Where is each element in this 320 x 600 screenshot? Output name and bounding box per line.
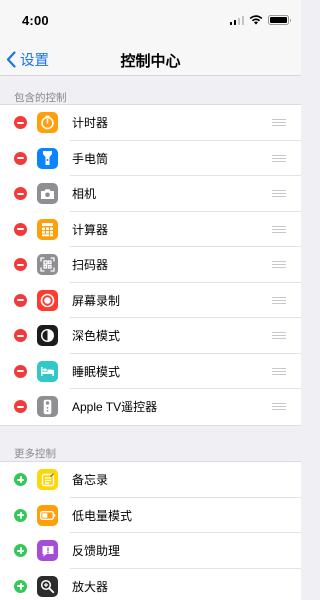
calculator-icon (37, 218, 58, 240)
remove-button[interactable] (14, 329, 27, 343)
control-row-notes: 备忘录 (0, 462, 301, 498)
battery-icon (268, 15, 291, 25)
reorder-handle[interactable] (272, 261, 286, 269)
reorder-handle[interactable] (272, 119, 286, 127)
screen-recording-icon (37, 289, 58, 311)
control-row-magnifier: 放大器 (0, 569, 301, 600)
cellular-signal-icon (229, 15, 244, 25)
remove-button[interactable] (14, 258, 27, 272)
remove-button[interactable] (14, 293, 27, 307)
remove-button[interactable] (14, 116, 27, 130)
section-header-more: 更多控制 (14, 448, 56, 460)
control-label: 睡眠模式 (72, 364, 121, 379)
control-label: 计算器 (72, 222, 109, 237)
control-label: 屏幕录制 (72, 293, 121, 308)
remove-button[interactable] (14, 151, 27, 165)
reorder-handle[interactable] (272, 190, 286, 198)
reorder-handle[interactable] (272, 296, 286, 304)
control-label: 深色模式 (72, 329, 121, 344)
dark-mode-icon (37, 325, 58, 347)
reorder-handle[interactable] (272, 154, 286, 162)
control-row-screen-recording: 屏幕录制 (0, 283, 301, 319)
included-controls-list: 计时器 手电筒 相机 计算器 扫码器 屏幕录制 深色模式 睡眠模式 Apple … (0, 104, 301, 426)
navigation-bar: 设置 控制中心 (0, 44, 301, 76)
control-row-sleep-mode: 睡眠模式 (0, 354, 301, 390)
sleep-mode-icon (37, 360, 58, 382)
status-icons (229, 15, 291, 25)
remove-button[interactable] (14, 400, 27, 414)
control-row-feedback-assistant: 反馈助理 (0, 533, 301, 569)
control-row-qr-scanner: 扫码器 (0, 247, 301, 283)
control-label: Apple TV遥控器 (72, 400, 158, 415)
flashlight-icon (37, 147, 58, 169)
control-row-dark-mode: 深色模式 (0, 318, 301, 354)
add-button[interactable] (14, 473, 27, 487)
wifi-icon (249, 15, 263, 25)
reorder-handle[interactable] (272, 332, 286, 340)
remove-button[interactable] (14, 222, 27, 236)
reorder-handle[interactable] (272, 367, 286, 375)
control-row-low-power-mode: 低电量模式 (0, 498, 301, 534)
control-label: 放大器 (72, 579, 109, 594)
add-button[interactable] (14, 544, 27, 558)
apple-tv-remote-icon (37, 396, 58, 418)
control-label: 备忘录 (72, 473, 109, 488)
control-row-apple-tv-remote: Apple TV遥控器 (0, 389, 301, 425)
status-bar: 4:00 (0, 0, 301, 44)
control-label: 扫码器 (72, 258, 109, 273)
notes-icon (37, 469, 58, 491)
add-button[interactable] (14, 508, 27, 522)
page-title: 控制中心 (120, 53, 181, 70)
magnifier-icon (37, 575, 58, 597)
remove-button[interactable] (14, 364, 27, 378)
qr-scanner-icon (37, 254, 58, 276)
feedback-assistant-icon (37, 540, 58, 562)
low-power-mode-icon (37, 504, 58, 526)
timer-icon (37, 112, 58, 134)
status-time: 4:00 (22, 13, 49, 28)
control-row-calculator: 计算器 (0, 212, 301, 248)
control-label: 相机 (72, 187, 97, 202)
control-row-timer: 计时器 (0, 105, 301, 141)
control-row-camera: 相机 (0, 176, 301, 212)
control-row-flashlight: 手电筒 (0, 141, 301, 177)
add-button[interactable] (14, 579, 27, 593)
control-label: 计时器 (72, 116, 109, 131)
control-label: 低电量模式 (72, 508, 133, 523)
reorder-handle[interactable] (272, 403, 286, 411)
control-label: 反馈助理 (72, 544, 121, 559)
section-header-included: 包含的控制 (14, 92, 67, 104)
reorder-handle[interactable] (272, 225, 286, 233)
more-controls-list: 备忘录 低电量模式 反馈助理 放大器 (0, 461, 301, 600)
remove-button[interactable] (14, 187, 27, 201)
control-label: 手电筒 (72, 151, 109, 166)
camera-icon (37, 183, 58, 205)
